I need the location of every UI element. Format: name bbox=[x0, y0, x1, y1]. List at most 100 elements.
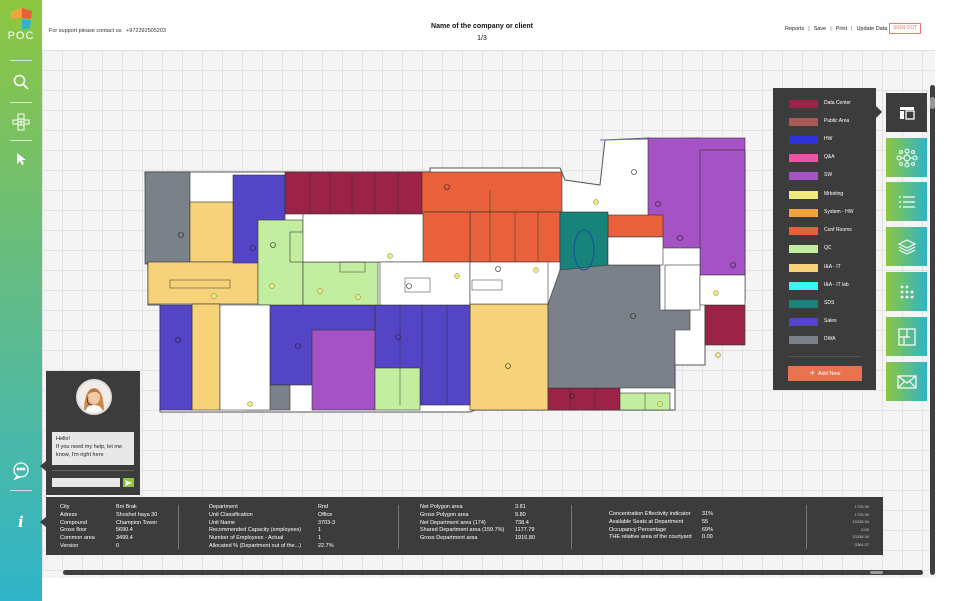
legend-item-hw[interactable]: HW bbox=[789, 134, 875, 146]
top-menu: Reports | Save | Print | Update Data bbox=[785, 26, 888, 32]
info-value: 31% bbox=[702, 511, 714, 517]
unit-labels: Department Unit Classification Unit Name… bbox=[209, 504, 301, 551]
save-link[interactable]: Save bbox=[814, 26, 827, 32]
network-icon[interactable] bbox=[11, 112, 31, 132]
info-label: Concentration Effectivity indicator bbox=[609, 511, 691, 517]
list-tool-button[interactable] bbox=[886, 182, 927, 221]
legend-item-ia-it[interactable]: I&A - IT bbox=[789, 262, 875, 274]
info-label: Net Department area (174) bbox=[420, 519, 486, 526]
info-label: Adress bbox=[60, 511, 78, 518]
info-value: 0.00 bbox=[702, 534, 713, 541]
sidebar-divider bbox=[10, 140, 32, 141]
info-value: Office bbox=[318, 511, 333, 518]
legend-item-marketing[interactable]: Mrketing bbox=[789, 189, 875, 201]
sidebar-divider bbox=[10, 60, 32, 61]
company-name: Name of the company or client bbox=[431, 23, 533, 30]
info-divider bbox=[178, 505, 179, 549]
info-label: Net Polygon area bbox=[420, 504, 463, 510]
floorplan-tool-button[interactable] bbox=[886, 317, 927, 356]
horizontal-scroll-thumb[interactable] bbox=[870, 571, 883, 574]
legend-item-qa[interactable]: Q&A bbox=[789, 152, 875, 164]
update-data-link[interactable]: Update Data bbox=[856, 26, 887, 32]
legend-item-sales[interactable]: Sales bbox=[789, 316, 875, 328]
summary-value: 3364.37 bbox=[854, 541, 869, 547]
network-tool-button[interactable] bbox=[886, 138, 927, 177]
sign-out-button[interactable]: SIGN OUT bbox=[889, 23, 921, 34]
support-agent-avatar bbox=[76, 379, 112, 415]
info-value: 5690.4 bbox=[116, 527, 133, 534]
info-label: Number of Employees - Actual bbox=[209, 535, 284, 542]
floorplan-icon bbox=[897, 327, 916, 346]
summary-value: 1726.30 bbox=[854, 511, 869, 517]
grid-tool-button[interactable] bbox=[886, 272, 927, 311]
area-labels: Net Polygon area Gross Polygon area Net … bbox=[420, 504, 504, 543]
legend-item-dwa[interactable]: DWA bbox=[789, 334, 875, 346]
layers-tool-button[interactable] bbox=[886, 227, 927, 266]
legend-item-conf-rooms[interactable]: Conf Rooms bbox=[789, 225, 875, 237]
info-divider bbox=[571, 505, 572, 549]
sidebar-divider bbox=[10, 490, 32, 491]
chat-message: Hello! If you need my help, let me know,… bbox=[52, 432, 134, 465]
support-phone[interactable]: +972392505203 bbox=[126, 28, 166, 34]
sidebar-divider bbox=[10, 102, 32, 103]
grid-dots-icon bbox=[900, 285, 913, 298]
info-value: 1 bbox=[318, 527, 322, 534]
info-label: City bbox=[60, 504, 70, 510]
info-label: Unit Classification bbox=[209, 511, 253, 518]
chat-input[interactable] bbox=[52, 478, 120, 487]
info-value: 0 bbox=[116, 542, 120, 549]
summary-values: 1726.30 1726.30 13338.34 0.00 13338.34 3… bbox=[841, 504, 869, 549]
mail-tool-button[interactable] bbox=[886, 362, 927, 401]
info-value: 22.7% bbox=[318, 542, 334, 549]
pointer-icon[interactable] bbox=[11, 149, 31, 169]
reports-link[interactable]: Reports bbox=[785, 26, 804, 32]
info-value: 1177.79 bbox=[515, 527, 535, 534]
print-link[interactable]: Print bbox=[836, 26, 847, 32]
chat-pointer bbox=[40, 461, 46, 471]
info-value: 3499.4 bbox=[116, 535, 133, 542]
search-icon[interactable] bbox=[11, 72, 31, 92]
info-label: Gross floor bbox=[60, 527, 87, 534]
chat-panel: Hello! If you need my help, let me know,… bbox=[46, 371, 140, 495]
info-label: Recommended Capacity (employees) bbox=[209, 527, 302, 534]
vertical-scrollbar[interactable] bbox=[930, 85, 935, 575]
info-panel: City Adress Compound Gross floor Common … bbox=[46, 497, 883, 555]
plus-icon: + bbox=[809, 368, 815, 378]
layers-icon bbox=[897, 238, 916, 255]
legend-item-sw[interactable]: SW bbox=[789, 170, 875, 182]
legend-item-data-center[interactable]: Data Center bbox=[789, 98, 875, 110]
legend-item-ia-it-lab[interactable]: I&A - IT lab bbox=[789, 280, 875, 292]
legend-item-public-area[interactable]: Public Area bbox=[789, 116, 875, 128]
info-value: 3703-3 bbox=[318, 519, 336, 526]
info-label: Department bbox=[209, 504, 238, 510]
location-labels: City Adress Compound Gross floor Common … bbox=[60, 504, 95, 551]
list-icon bbox=[898, 195, 915, 208]
info-label: Gross Department area bbox=[420, 535, 478, 542]
chat-support-icon[interactable] bbox=[11, 460, 31, 480]
horizontal-scrollbar[interactable] bbox=[63, 570, 923, 575]
info-divider bbox=[398, 505, 399, 549]
info-icon[interactable]: i bbox=[11, 511, 31, 531]
legend-item-sds[interactable]: SDS bbox=[789, 298, 875, 310]
legend-item-qc[interactable]: QC bbox=[789, 243, 875, 255]
location-values: Bni Brak Shoshet haya 30 Champion Tower … bbox=[116, 504, 157, 551]
svg-text:i: i bbox=[18, 513, 24, 529]
legend-pointer bbox=[876, 106, 882, 118]
layout-tool-button[interactable] bbox=[886, 93, 927, 132]
metrics-values: 31% 55 69% 0.00 bbox=[702, 511, 713, 542]
mail-icon bbox=[896, 374, 917, 389]
network-icon bbox=[896, 148, 917, 167]
add-new-button[interactable]: + Add New bbox=[788, 366, 862, 381]
legend-item-system-hw[interactable]: System - HW bbox=[789, 207, 875, 219]
send-button[interactable] bbox=[123, 478, 134, 487]
info-label: Allocated % (Department out of the...) bbox=[209, 542, 302, 549]
info-label: Occupancy Percentage bbox=[609, 526, 667, 533]
info-value: 738.4 bbox=[515, 519, 529, 526]
info-value: 9.80 bbox=[515, 511, 526, 518]
unit-values: Rnd Office 3703-3 1 1 22.7% bbox=[318, 504, 335, 551]
info-divider bbox=[806, 505, 807, 549]
vertical-scroll-thumb[interactable] bbox=[930, 97, 935, 109]
info-value: 1916.80 bbox=[515, 535, 535, 542]
logo-text: POC bbox=[7, 30, 35, 42]
info-value: 69% bbox=[702, 526, 714, 533]
